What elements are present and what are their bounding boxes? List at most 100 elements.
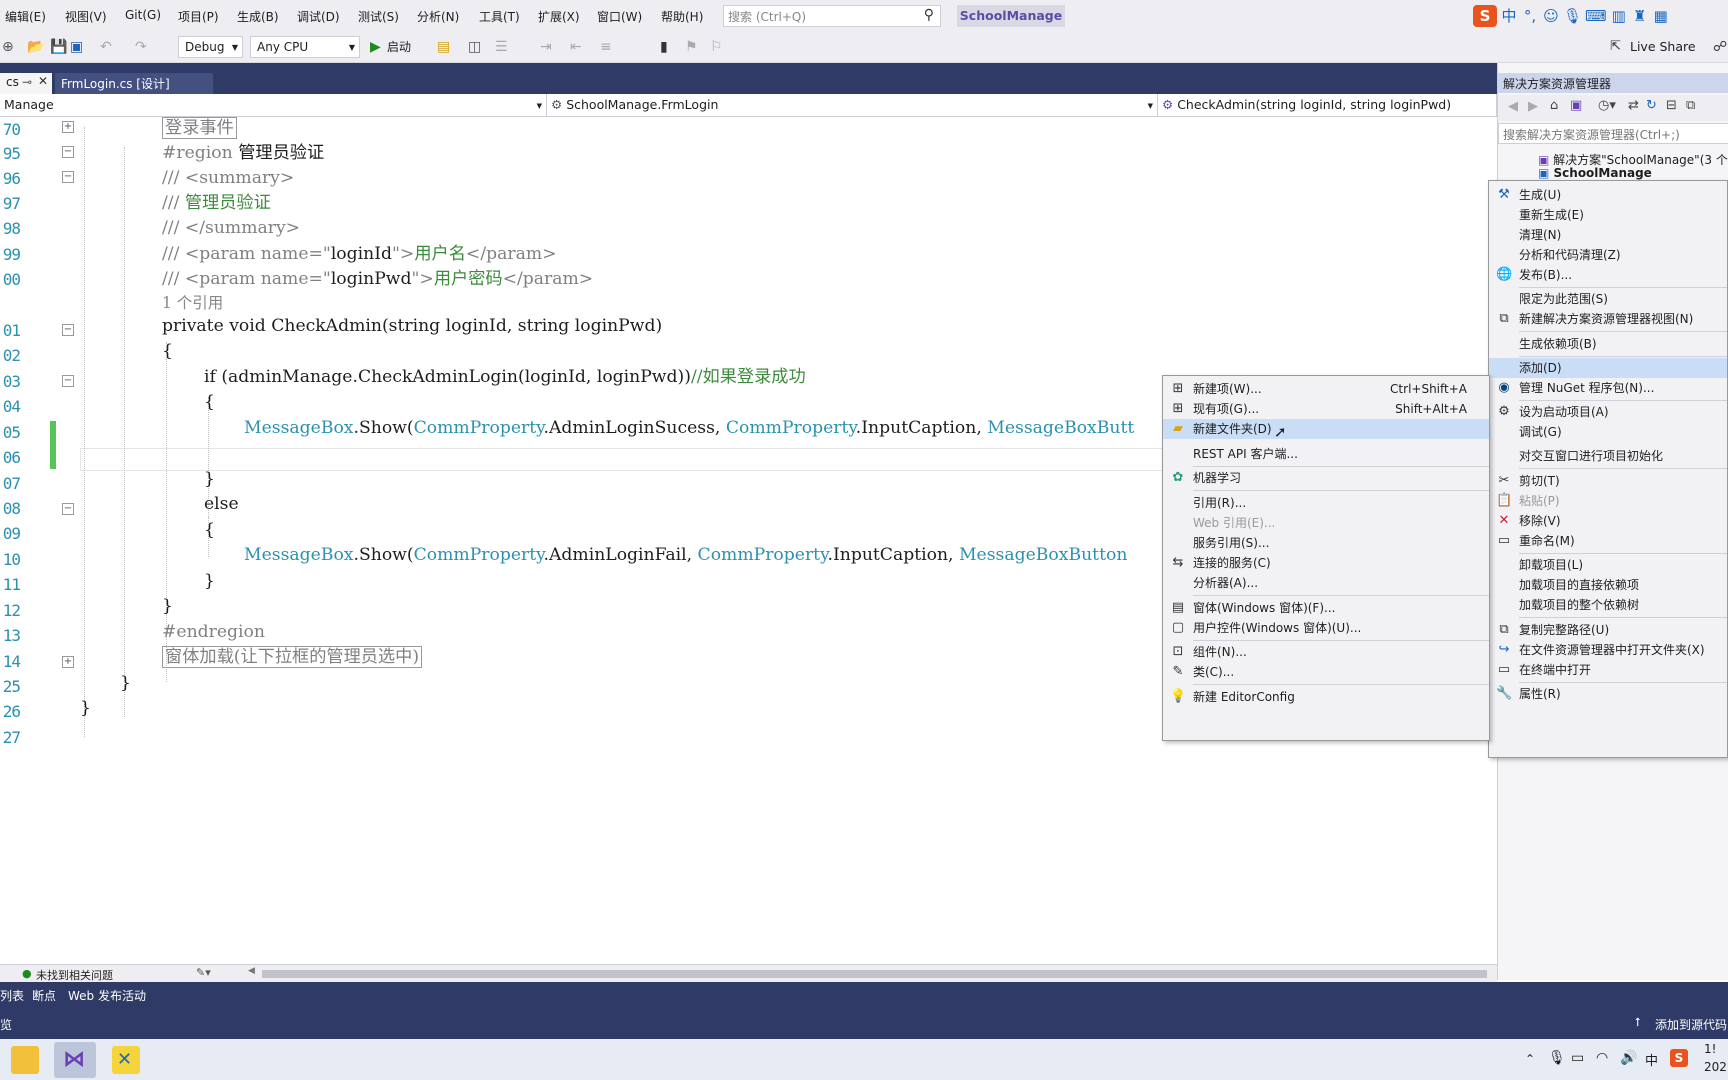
member-dropdown[interactable]: ⚙ CheckAdmin(string loginId, string logi… bbox=[1158, 94, 1497, 116]
home-icon[interactable]: ⌂ bbox=[1550, 98, 1558, 113]
feedback-icon[interactable]: ☍ bbox=[1713, 39, 1727, 55]
menu-item-interactive[interactable]: 对交互窗口进行项目初始化 bbox=[1489, 446, 1727, 466]
menu-test[interactable]: 测试(S) bbox=[358, 8, 399, 25]
open-folder-icon[interactable]: 📂 bbox=[27, 39, 44, 55]
add-to-source-control[interactable]: 添加到源代码 bbox=[1655, 1016, 1727, 1033]
vs-switch-icon[interactable]: ▣ bbox=[1570, 98, 1582, 113]
fold-collapse-icon[interactable]: − bbox=[62, 375, 74, 387]
forward-icon[interactable]: ▶ bbox=[1528, 99, 1538, 114]
live-share-icon[interactable]: ⇱ bbox=[1610, 39, 1621, 55]
menu-item-add[interactable]: 添加(D) bbox=[1489, 358, 1727, 378]
start-button[interactable]: 启动 bbox=[387, 39, 411, 55]
menu-item-rebuild[interactable]: 重新生成(E) bbox=[1489, 205, 1727, 225]
menu-item-remove[interactable]: ✕ 移除(V) bbox=[1489, 511, 1727, 531]
menu-item-build-deps[interactable]: 生成依赖项(B) bbox=[1489, 334, 1727, 354]
bookmark-next-icon[interactable]: ⚐ bbox=[710, 39, 723, 55]
grid-icon[interactable]: ▦ bbox=[1652, 5, 1670, 27]
fold-collapse-icon[interactable]: − bbox=[62, 171, 74, 183]
menu-item-cut[interactable]: ✂ 剪切(T) bbox=[1489, 471, 1727, 491]
close-icon[interactable]: ✕ bbox=[38, 74, 48, 88]
menu-item-properties[interactable]: 🔧 属性(R) bbox=[1489, 684, 1727, 704]
menu-item-new-view[interactable]: ⧉ 新建解决方案资源管理器视图(N) bbox=[1489, 309, 1727, 329]
toolbox-icon[interactable]: ▥ bbox=[1610, 5, 1628, 27]
folder-icon[interactable]: ▤ bbox=[437, 39, 450, 55]
fold-expand-icon[interactable]: + bbox=[62, 121, 74, 133]
battery-icon[interactable]: ▭ bbox=[1571, 1050, 1584, 1066]
emoji-icon[interactable]: ☺ bbox=[1542, 5, 1560, 27]
class-dropdown[interactable]: ⚙ SchoolManage.FrmLogin ▼ bbox=[547, 94, 1158, 116]
menu-project[interactable]: 项目(P) bbox=[178, 8, 219, 25]
menu-window[interactable]: 窗口(W) bbox=[597, 8, 642, 25]
menu-item-debug[interactable]: 调试(G) bbox=[1489, 422, 1727, 442]
tab-frmlogin-designer[interactable]: FrmLogin.cs [设计] bbox=[55, 73, 213, 94]
issues-status[interactable]: 未找到相关问题 bbox=[36, 967, 113, 983]
tray-expand-icon[interactable]: ⌃ bbox=[1525, 1052, 1535, 1066]
shirt-icon[interactable]: ♜ bbox=[1631, 5, 1649, 27]
menu-item-open-folder[interactable]: ↪ 在文件资源管理器中打开文件夹(X) bbox=[1489, 640, 1727, 660]
screenshot-icon[interactable]: ◫ bbox=[468, 39, 481, 55]
tab-list[interactable]: 列表 bbox=[0, 987, 24, 1004]
menu-item-rest-api[interactable]: REST API 客户端... bbox=[1163, 444, 1489, 464]
menu-item-user-control[interactable]: ▢ 用户控件(Windows 窗体)(U)... bbox=[1163, 618, 1489, 638]
horizontal-scrollbar[interactable] bbox=[262, 970, 1487, 978]
menu-edit[interactable]: 编辑(E) bbox=[5, 8, 46, 25]
menu-item-paste[interactable]: 📋 粘贴(P) bbox=[1489, 491, 1727, 511]
menu-git[interactable]: Git(G) bbox=[125, 8, 161, 22]
keyboard-icon[interactable]: ⌨ bbox=[1585, 5, 1607, 27]
menu-item-class[interactable]: ✎ 类(C)... bbox=[1163, 662, 1489, 682]
clock-date[interactable]: 202 bbox=[1704, 1060, 1727, 1074]
indent-icon[interactable]: ⇥ bbox=[540, 39, 552, 55]
menu-item-service-reference[interactable]: 服务引用(S)... bbox=[1163, 533, 1489, 553]
sogou-tray-icon[interactable]: S bbox=[1670, 1049, 1688, 1067]
visual-studio-taskbar-button[interactable]: ⋈ bbox=[54, 1042, 96, 1078]
live-share-button[interactable]: Live Share bbox=[1630, 39, 1696, 55]
wifi-icon[interactable]: ◠ bbox=[1596, 1050, 1608, 1066]
format-icon[interactable]: ☰ bbox=[495, 39, 508, 55]
menu-item-publish[interactable]: 🌐 发布(B)... bbox=[1489, 265, 1727, 285]
code-lens-references[interactable]: 1 个引用 bbox=[162, 293, 223, 315]
menu-item-reference[interactable]: 引用(R)... bbox=[1163, 493, 1489, 513]
new-project-icon[interactable]: ⊕ bbox=[2, 39, 14, 55]
sogou-icon[interactable]: S bbox=[1473, 5, 1497, 27]
taskbar-ime[interactable]: 中 bbox=[1645, 1050, 1658, 1069]
config-select[interactable]: Debug ▼ bbox=[178, 36, 243, 58]
save-icon[interactable]: 💾 bbox=[50, 39, 67, 55]
menu-item-load-tree[interactable]: 加载项目的整个依赖树 bbox=[1489, 595, 1727, 615]
start-icon[interactable]: ▶ bbox=[370, 39, 381, 55]
mic-icon[interactable]: 🎙 bbox=[1563, 5, 1582, 27]
undo-icon[interactable]: ↶ bbox=[100, 39, 112, 55]
tab-prev[interactable]: cs ⊸ ✕ bbox=[0, 73, 52, 94]
platform-select[interactable]: Any CPU ▼ bbox=[250, 36, 360, 58]
comment-icon[interactable]: ≡ bbox=[600, 39, 612, 55]
menu-item-analyzer[interactable]: 分析器(A)... bbox=[1163, 573, 1489, 593]
outdent-icon[interactable]: ⇤ bbox=[570, 39, 582, 55]
menu-item-form[interactable]: ▤ 窗体(Windows 窗体)(F)... bbox=[1163, 598, 1489, 618]
menu-item-analyze[interactable]: 分析和代码清理(Z) bbox=[1489, 245, 1727, 265]
menu-help[interactable]: 帮助(H) bbox=[661, 8, 703, 25]
ime-punct[interactable]: °, bbox=[1521, 5, 1539, 27]
menu-item-new-folder[interactable]: ▰ 新建文件夹(D) ➚ bbox=[1163, 419, 1489, 441]
history-icon[interactable]: ◷▾ bbox=[1598, 98, 1616, 113]
fold-collapse-icon[interactable]: − bbox=[62, 146, 74, 158]
fold-collapse-icon[interactable]: − bbox=[62, 324, 74, 336]
menu-debug[interactable]: 调试(D) bbox=[297, 8, 340, 25]
fold-collapse-icon[interactable]: − bbox=[62, 503, 74, 515]
pin-icon[interactable]: ⊸ bbox=[22, 75, 32, 89]
menu-item-terminal[interactable]: ▭ 在终端中打开 bbox=[1489, 660, 1727, 680]
search-input[interactable]: 搜索 (Ctrl+Q) ⚲ bbox=[723, 5, 941, 27]
sync-icon[interactable]: ⇄ bbox=[1628, 98, 1639, 113]
menu-item-nuget[interactable]: ◉ 管理 NuGet 程序包(N)... bbox=[1489, 378, 1727, 398]
refresh-icon[interactable]: ↻ bbox=[1646, 98, 1657, 113]
volume-icon[interactable]: 🔊 bbox=[1620, 1050, 1637, 1066]
collapsed-region[interactable]: 登录事件 bbox=[162, 117, 237, 139]
scroll-left-icon[interactable]: ◀ bbox=[248, 966, 255, 976]
menu-item-rename[interactable]: ▭ 重命名(M) bbox=[1489, 531, 1727, 551]
menu-item-component[interactable]: ⊡ 组件(N)... bbox=[1163, 642, 1489, 662]
collapsed-region[interactable]: 窗体加载(让下拉框的管理员选中) bbox=[162, 646, 423, 668]
menu-item-existing-item[interactable]: ⊞ 现有项(G)... Shift+Alt+A bbox=[1163, 399, 1489, 419]
menu-item-connected-service[interactable]: ⇆ 连接的服务(C) bbox=[1163, 553, 1489, 573]
clock-time[interactable]: 1! bbox=[1704, 1042, 1716, 1056]
project-node[interactable]: ▣ SchoolManage bbox=[1538, 166, 1652, 180]
menu-item-build[interactable]: ⚒ 生成(U) bbox=[1489, 185, 1727, 205]
menu-item-unload[interactable]: 卸载项目(L) bbox=[1489, 555, 1727, 575]
